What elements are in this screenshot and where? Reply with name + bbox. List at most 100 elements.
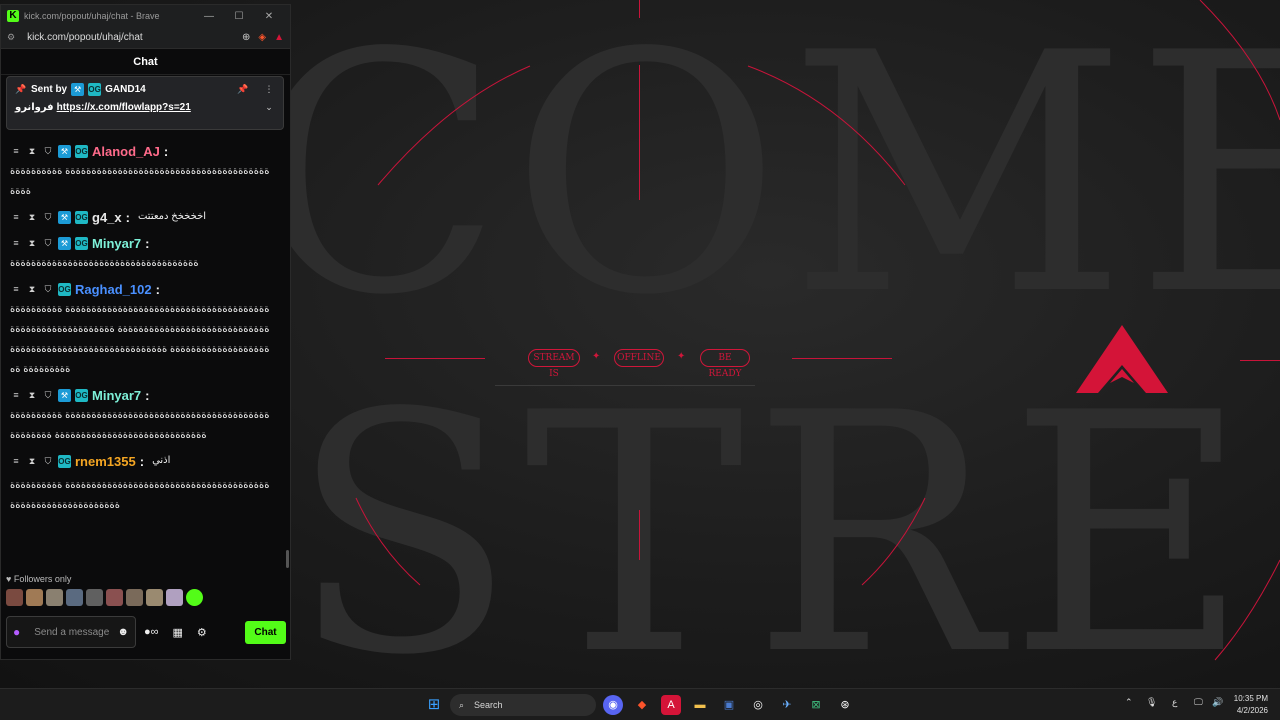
moderator-badge-icon: ⚒ [58,388,71,402]
chat-message[interactable]: ≡ ⧗ ⛉ ⚒ OG g4_x: اخخخخخ دمعتتت [6,204,278,230]
viewer-avatars [6,589,286,606]
chatgpt-icon[interactable]: ⊛ [835,695,855,715]
moderator-badge-icon: ⚒ [58,144,71,158]
pinned-author[interactable]: GAND14 [105,84,146,95]
timeout-icon[interactable]: ⧗ [26,146,38,157]
ban-shield-icon[interactable]: ⛉ [42,390,54,401]
ban-shield-icon[interactable]: ⛉ [42,212,54,223]
brave-shields-icon[interactable]: ◈ [258,32,266,43]
moderator-badge-icon: ⚒ [71,83,85,96]
clock-date: 4/2/2026 [1236,706,1268,715]
brave-rewards-icon[interactable]: ▲ [274,32,284,43]
avatar[interactable] [6,589,23,606]
avatar[interactable] [166,589,183,606]
og-badge-icon: OG [75,210,88,224]
steam-icon[interactable]: ✈ [777,695,797,715]
zoom-icon[interactable]: ⊕ [242,32,250,43]
store-icon[interactable]: ▦ [173,626,183,639]
microphone-tray-icon[interactable]: 🎙 [1146,697,1157,708]
minimize-button[interactable]: — [194,11,224,22]
emoji-icon[interactable]: ☻ [117,626,129,638]
kicks-icon[interactable]: ●∞ [144,626,159,638]
chat-message-header: ≡ ⧗ ⛉ ⚒ OG Minyar7: [10,384,274,406]
ban-shield-icon[interactable]: ⛉ [42,238,54,249]
address-bar[interactable]: ⚙ kick.com/popout/uhaj/chat ⊕ ◈ ▲ [1,27,290,49]
chat-delete-icon[interactable]: ≡ [10,212,22,222]
avatar[interactable] [86,589,103,606]
username-colon: : [155,281,160,297]
chat-message[interactable]: ≡ ⧗ ⛉ ⚒ OG Alanod_AJ: ةةةةةةةةةةةةةةةةةةةةةةةة… [6,138,278,204]
avatar[interactable] [66,589,83,606]
close-button[interactable]: ✕ [254,11,284,22]
maximize-button[interactable]: ☐ [224,11,254,22]
timeout-icon[interactable]: ⧗ [26,456,38,467]
pinned-link[interactable]: https://x.com/flowlapp?s=21 [57,102,191,113]
timeout-icon[interactable]: ⧗ [26,284,38,295]
xbox-icon[interactable]: ⊠ [806,695,826,715]
chat-message-header: ≡ ⧗ ⛉ ⚒ OG g4_x: اخخخخخ دمعتتت [10,206,274,228]
avatar[interactable] [146,589,163,606]
network-icon[interactable]: 🖵 [1194,697,1203,708]
chat-delete-icon[interactable]: ≡ [10,238,22,248]
moderator-badge-icon: ⚒ [58,236,71,250]
chat-message[interactable]: ≡ ⧗ ⛉ ⚒ OG Minyar7: ةةةةةةةةةةةةةةةةةةةةةةةةةة… [6,230,278,276]
tag-be-ready: BE READY [700,349,750,379]
language-indicator[interactable]: ع [1172,697,1177,708]
chat-message[interactable]: ≡ ⧗ ⛉ OG rnem1355: اذني [6,448,278,474]
pinned-message[interactable]: 📌 Sent by ⚒ OG GAND14 📌 ⋮ فروانرو https:… [6,76,284,130]
tablet-app-icon[interactable]: ▣ [719,695,739,715]
chat-username[interactable]: Alanod_AJ [92,144,160,159]
window-title: kick.com/popout/uhaj/chat - Brave [24,11,160,21]
ban-shield-icon[interactable]: ⛉ [42,284,54,295]
avatar[interactable] [46,589,63,606]
url-text[interactable]: kick.com/popout/uhaj/chat [27,32,242,43]
chat-delete-icon[interactable]: ≡ [10,284,22,294]
timeout-icon[interactable]: ⧗ [26,212,38,223]
obs-icon[interactable]: ◎ [748,695,768,715]
site-settings-icon[interactable]: ⚙ [7,32,15,43]
discord-icon[interactable]: ◉ [603,695,623,715]
heart-icon: ♥ [6,574,12,584]
tray-chevron-icon[interactable]: ⌃ [1125,697,1133,708]
chat-message-list[interactable]: ≡ ⧗ ⛉ ⚒ OG Alanod_AJ: ةةةةةةةةةةةةةةةةةةةةةةةة… [6,138,278,570]
volume-icon[interactable]: 🔊 [1212,697,1223,708]
brave-browser-icon[interactable]: ◆ [632,695,652,715]
chat-delete-icon[interactable]: ≡ [10,456,22,466]
ban-shield-icon[interactable]: ⛉ [42,146,54,157]
chat-message[interactable]: ةةةةةةةةةةةةةةةةةةةةةةةةةةةةةةةةةةةةةةة … [6,474,278,518]
chat-delete-icon[interactable]: ≡ [10,390,22,400]
send-chat-button[interactable]: Chat [245,620,286,644]
taskbar-search[interactable]: ⌕ Search [450,694,596,716]
more-options-icon[interactable]: ⋮ [263,84,275,95]
chat-username[interactable]: Minyar7 [92,236,141,251]
username-colon: : [125,209,130,225]
search-label: Search [474,700,503,710]
chat-message[interactable]: ≡ ⧗ ⛉ ⚒ OG Minyar7: ةةةةةةةةةةةةةةةةةةةةةةةةةة… [6,382,278,448]
chat-username[interactable]: Minyar7 [92,388,141,403]
settings-gear-icon[interactable]: ⚙ [197,626,207,639]
chat-header: Chat [1,49,290,75]
chat-delete-icon[interactable]: ≡ [10,146,22,156]
avatar[interactable] [26,589,43,606]
expand-chevron-icon[interactable]: ⌄ [263,102,275,113]
avatar[interactable] [186,589,203,606]
timeout-icon[interactable]: ⧗ [26,390,38,401]
chat-message-text: ةةةةةةةةةةةةةةةةةةةةةةةةةةةةةةةةةةةةةةة … [10,304,270,375]
windows-start-icon[interactable]: ⊞ [424,695,444,715]
apex-app-icon[interactable]: A [661,695,681,715]
unpin-icon[interactable]: 📌 [237,84,249,95]
chat-username[interactable]: rnem1355 [75,454,136,469]
chat-username[interactable]: Raghad_102 [75,282,152,297]
microphone-icon[interactable]: ● [13,625,20,639]
timeout-icon[interactable]: ⧗ [26,238,38,249]
ban-shield-icon[interactable]: ⛉ [42,456,54,467]
taskbar-clock[interactable]: 10:35 PM 4/2/2026 [1234,693,1268,717]
chat-username[interactable]: g4_x [92,210,122,225]
file-explorer-icon[interactable]: ▬ [690,695,710,715]
avatar[interactable] [126,589,143,606]
chat-message[interactable]: ≡ ⧗ ⛉ OG Raghad_102: ةةةةةةةةةةةةةةةةةةةةةةةة… [6,276,278,382]
avatar[interactable] [106,589,123,606]
chat-scrollbar[interactable] [286,550,289,568]
message-input[interactable]: ● Send a message ☻ [6,616,136,648]
pinned-text: فروانرو [15,102,54,113]
